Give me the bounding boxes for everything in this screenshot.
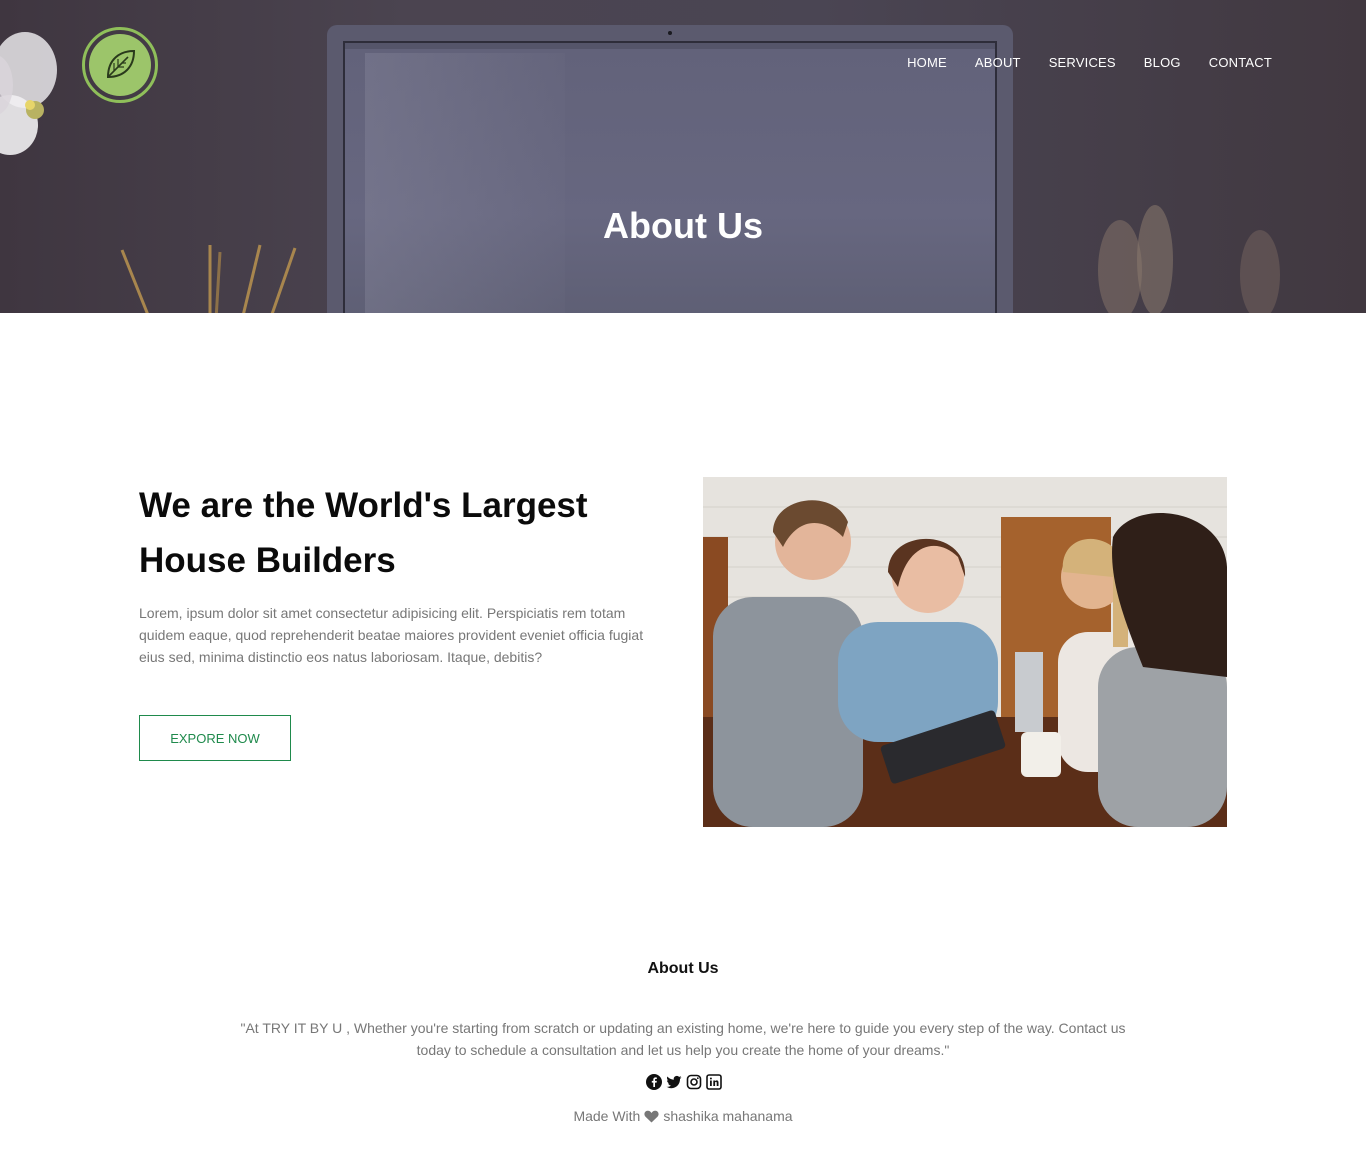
social-links [646,1074,722,1090]
site-logo[interactable] [82,27,158,103]
credit-prefix: Made With [573,1108,641,1124]
instagram-icon[interactable] [686,1074,702,1090]
leaf-icon [89,34,151,96]
explore-now-button[interactable]: EXPORE NOW [139,715,291,761]
footer-quote: "At TRY IT BY U , Whether you're startin… [240,1020,1126,1058]
footer-title: About Us [647,960,719,977]
nav-contact[interactable]: CONTACT [1209,55,1272,70]
orchid-decoration [0,32,57,155]
linkedin-icon[interactable] [706,1074,722,1090]
footer-credit: Made With shashika mahanama [0,1108,1366,1126]
hero-banner: HOME ABOUT SERVICES BLOG CONTACT About U… [0,0,1366,313]
laptop-menubar [345,43,995,49]
nav-about[interactable]: ABOUT [975,55,1021,70]
laptop-wallpaper [365,53,565,313]
about-heading: We are the World's Largest House Builder… [139,486,588,580]
credit-name: shashika mahanama [663,1108,793,1124]
main-nav: HOME ABOUT SERVICES BLOG CONTACT [907,55,1272,70]
reed-diffuser-decoration [120,244,297,313]
page-title: About Us [603,205,763,246]
facebook-icon[interactable] [646,1074,662,1090]
nav-home[interactable]: HOME [907,55,947,70]
about-text: Lorem, ipsum dolor sit amet consectetur … [139,605,644,665]
laptop-screen [343,41,997,313]
heart-icon [644,1110,659,1126]
laptop-camera [668,31,672,35]
team-photo [703,477,1227,827]
twitter-icon[interactable] [666,1074,682,1090]
nav-blog[interactable]: BLOG [1144,55,1181,70]
nav-services[interactable]: SERVICES [1049,55,1116,70]
